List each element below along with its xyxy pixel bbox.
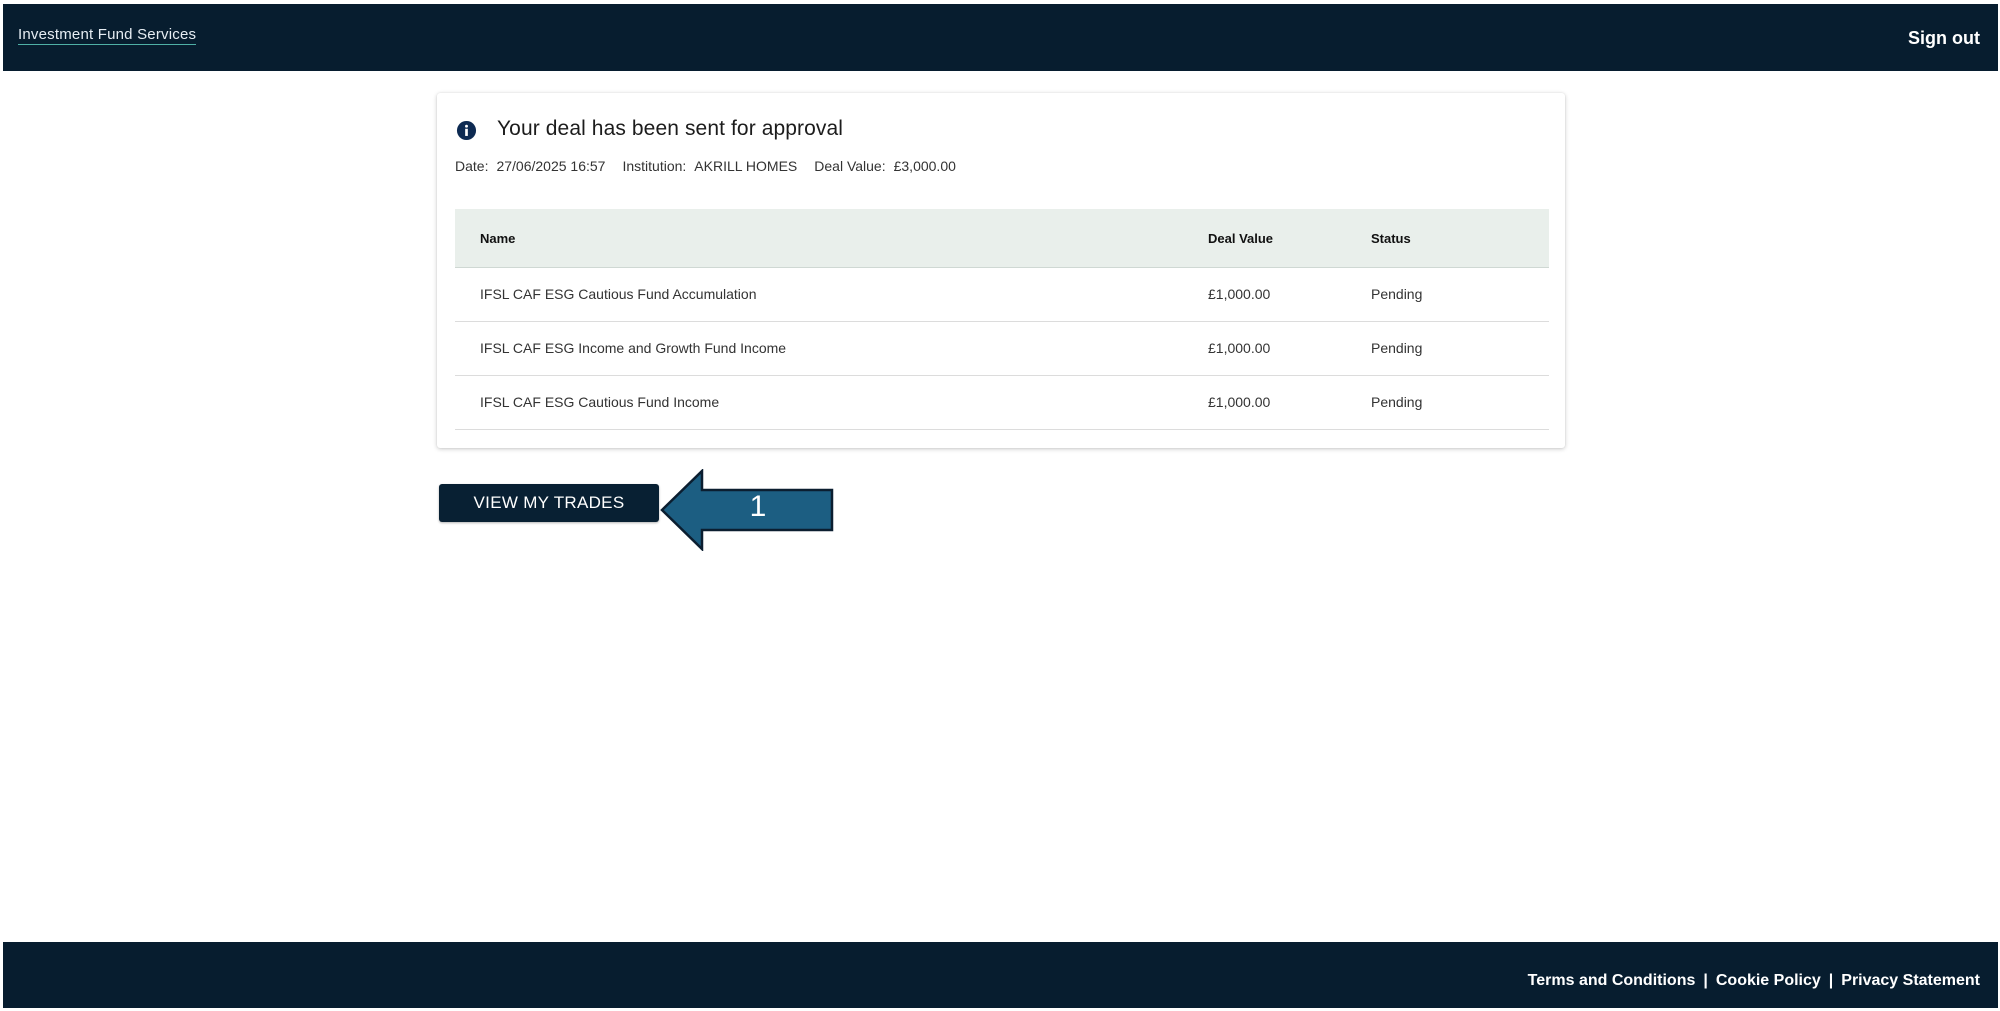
fund-name: IFSL CAF ESG Cautious Fund Accumulation (480, 286, 757, 302)
view-my-trades-button[interactable]: VIEW MY TRADES (439, 484, 659, 522)
terms-link[interactable]: Terms and Conditions (1528, 972, 1696, 989)
deals-table: Name Deal Value Status IFSL CAF ESG Caut… (455, 209, 1549, 430)
sign-out-link[interactable]: Sign out (1908, 28, 1980, 49)
deal-status: Pending (1371, 394, 1423, 410)
top-bar: Investment Fund Services Sign out (3, 4, 1998, 71)
column-header-deal-value: Deal Value (1208, 231, 1274, 246)
footer-separator: | (1703, 972, 1708, 989)
table-row: IFSL CAF ESG Income and Growth Fund Inco… (455, 322, 1549, 376)
table-header: Name Deal Value Status (455, 209, 1549, 268)
deal-summary: Date: 27/06/2025 16:57 Institution: AKRI… (455, 158, 973, 174)
column-header-name: Name (480, 231, 516, 246)
callout-number: 1 (749, 490, 767, 523)
date-value: 27/06/2025 16:57 (496, 158, 606, 174)
column-header-status: Status (1371, 231, 1411, 246)
deal-value-label: Deal Value: (814, 158, 886, 174)
fund-name: IFSL CAF ESG Income and Growth Fund Inco… (480, 340, 787, 356)
deal-value-total: £3,000.00 (893, 158, 956, 174)
confirmation-card: Your deal has been sent for approval Dat… (437, 93, 1565, 448)
footer-bar: Terms and Conditions | Cookie Policy | Priva… (3, 942, 1998, 1008)
table-row: IFSL CAF ESG Cautious Fund Accumulation … (455, 268, 1549, 322)
date-label: Date: (455, 158, 489, 174)
cookie-policy-link[interactable]: Cookie Policy (1716, 972, 1821, 989)
footer-separator: | (1828, 972, 1834, 989)
info-icon (456, 120, 477, 141)
deal-status: Pending (1371, 286, 1423, 302)
deal-status: Pending (1371, 340, 1423, 356)
page-frame: Investment Fund Services Sign out Your d… (3, 4, 1998, 1008)
deal-value: £1,000.00 (1208, 286, 1271, 302)
fund-name: IFSL CAF ESG Cautious Fund Income (480, 394, 720, 410)
deal-value: £1,000.00 (1208, 394, 1271, 410)
brand-link[interactable]: Investment Fund Services (18, 26, 197, 45)
table-row: IFSL CAF ESG Cautious Fund Income £1,000… (455, 376, 1549, 430)
institution-label: Institution: (622, 158, 687, 174)
privacy-statement-link[interactable]: Privacy Statement (1841, 972, 1980, 989)
footer-links: Terms and Conditions | Cookie Policy | Priva… (1528, 972, 1980, 990)
confirmation-title: Your deal has been sent for approval (497, 117, 844, 140)
institution-value: AKRILL HOMES (694, 158, 798, 174)
deal-value: £1,000.00 (1208, 340, 1271, 356)
